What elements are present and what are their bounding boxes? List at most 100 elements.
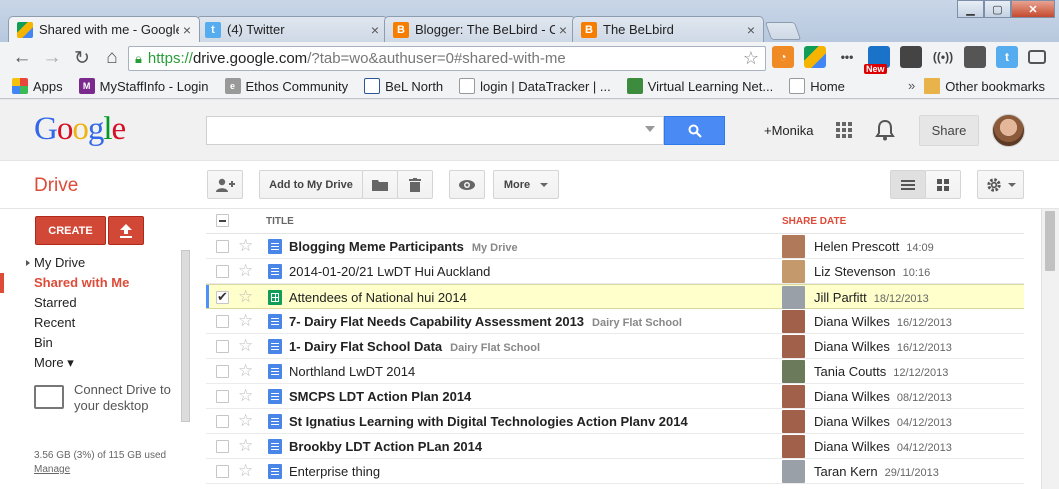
back-button[interactable]: ←	[8, 46, 36, 70]
star-icon[interactable]: ☆	[238, 461, 253, 481]
manage-storage-link[interactable]: Manage	[34, 463, 166, 477]
star-icon[interactable]: ☆	[238, 236, 253, 256]
star-icon[interactable]: ☆	[238, 386, 253, 406]
broadcast-icon[interactable]: ((•))	[932, 46, 954, 68]
file-name[interactable]: Blogging Meme Participants My Drive	[289, 239, 518, 254]
add-people-button[interactable]	[207, 170, 243, 199]
nav-bin[interactable]: Bin	[0, 333, 178, 353]
row-checkbox[interactable]	[216, 465, 229, 478]
bookmark-ethos[interactable]: e Ethos Community	[224, 78, 348, 94]
puzzle-extension-icon[interactable]	[900, 46, 922, 68]
nav-recent[interactable]: Recent	[0, 313, 178, 333]
minimize-button[interactable]: ▁	[957, 0, 984, 18]
file-name[interactable]: Attendees of National hui 2014	[289, 290, 475, 305]
row-checkbox[interactable]	[216, 440, 229, 453]
file-name[interactable]: 7- Dairy Flat Needs Capability Assessmen…	[289, 314, 682, 329]
row-checkbox[interactable]	[216, 340, 229, 353]
star-icon[interactable]: ☆	[238, 361, 253, 381]
address-bar[interactable]: 🔒︎ https:// drive.google.com /?tab=wo&au…	[128, 46, 766, 71]
more-actions-button[interactable]: More	[493, 170, 559, 199]
nav-my-drive[interactable]: My Drive	[0, 253, 178, 273]
tab-belbird[interactable]: B The BeLbird ×	[572, 16, 764, 42]
row-checkbox[interactable]	[216, 289, 229, 305]
tab-blogger-create[interactable]: B Blogger: The BeLbird - Cre ×	[384, 16, 576, 42]
nav-more[interactable]: More ▾	[0, 353, 178, 373]
bookmark-star-icon[interactable]: ☆	[743, 48, 759, 69]
select-all-checkbox[interactable]	[216, 214, 229, 227]
settings-button[interactable]	[977, 170, 1024, 199]
nav-starred[interactable]: Starred	[0, 293, 178, 313]
google-logo[interactable]: Google	[34, 111, 126, 148]
notifications-bell-icon[interactable]	[875, 119, 895, 141]
new-tab-button[interactable]	[764, 22, 802, 40]
tab-twitter[interactable]: t (4) Twitter ×	[196, 16, 388, 42]
move-to-folder-button[interactable]	[362, 170, 398, 199]
file-name[interactable]: 1- Dairy Flat School Data Dairy Flat Scho…	[289, 339, 540, 354]
close-tab-icon[interactable]: ×	[559, 22, 567, 38]
row-checkbox[interactable]	[216, 390, 229, 403]
new-badge-extension-icon[interactable]: New	[864, 46, 890, 74]
search-button[interactable]	[664, 116, 725, 145]
maximize-button[interactable]: ▢	[984, 0, 1011, 18]
reload-button[interactable]: ↻	[68, 46, 96, 70]
star-icon[interactable]: ☆	[238, 436, 253, 456]
bookmark-mystaffinfo[interactable]: M MyStaffInfo - Login	[78, 78, 209, 94]
upload-button[interactable]	[108, 216, 144, 245]
file-name[interactable]: 2014-01-20/21 LwDT Hui Auckland	[289, 264, 498, 279]
bookmark-bel-north[interactable]: BeL North	[364, 78, 443, 94]
more-dots-icon[interactable]: •••	[836, 46, 858, 68]
bookmark-datatracker[interactable]: login | DataTracker | ...	[459, 78, 611, 94]
row-checkbox[interactable]	[216, 265, 229, 278]
row-checkbox[interactable]	[216, 240, 229, 253]
star-icon[interactable]: ☆	[238, 287, 253, 307]
list-view-button[interactable]	[890, 170, 926, 199]
file-row[interactable]: ☆ St Ignatius Learning with Digital Techn…	[206, 409, 1024, 434]
row-checkbox[interactable]	[216, 415, 229, 428]
apps-launcher-icon[interactable]	[836, 122, 852, 138]
search-options-dropdown-icon[interactable]	[645, 126, 655, 132]
twitter-extension-icon[interactable]: t	[996, 46, 1018, 68]
file-name[interactable]: Northland LwDT 2014	[289, 364, 423, 379]
file-row[interactable]: ☆ 7- Dairy Flat Needs Capability Assessme…	[206, 309, 1024, 334]
file-row[interactable]: ☆ 2014-01-20/21 LwDT Hui Auckland Liz Stev…	[206, 259, 1024, 284]
star-icon[interactable]: ☆	[238, 336, 253, 356]
scrollbar-thumb[interactable]	[1045, 211, 1055, 271]
close-tab-icon[interactable]: ×	[371, 22, 379, 38]
preview-button[interactable]	[449, 170, 485, 199]
add-to-my-drive-button[interactable]: Add to My Drive	[259, 170, 363, 199]
drive-title[interactable]: Drive	[34, 175, 78, 197]
column-title[interactable]: TITLE	[266, 216, 294, 227]
file-name[interactable]: Enterprise thing	[289, 464, 388, 479]
nav-scrollbar[interactable]	[181, 250, 190, 422]
star-icon[interactable]: ☆	[238, 261, 253, 281]
star-icon[interactable]: ☆	[238, 311, 253, 331]
close-tab-icon[interactable]: ×	[183, 22, 191, 38]
file-row[interactable]: ☆ Enterprise thing Taran Kern 29/11/2013	[206, 459, 1024, 484]
rss-icon[interactable]: ◔	[772, 46, 794, 68]
other-bookmarks[interactable]: Other bookmarks	[924, 78, 1045, 94]
file-row[interactable]: ☆ 1- Dairy Flat School Data Dairy Flat Sch…	[206, 334, 1024, 359]
nav-shared-with-me[interactable]: Shared with Me	[0, 273, 178, 293]
file-name[interactable]: Brookby LDT Action PLan 2014	[289, 439, 490, 454]
expand-arrow-icon[interactable]	[26, 260, 30, 266]
star-icon[interactable]: ☆	[238, 411, 253, 431]
create-button[interactable]: CREATE	[35, 216, 106, 245]
google-plus-name-link[interactable]: +Monika	[764, 123, 814, 138]
account-avatar[interactable]	[992, 114, 1025, 147]
cast-icon[interactable]	[1028, 50, 1046, 64]
bookmarks-overflow-chevron[interactable]: »	[908, 78, 915, 93]
google-drive-icon[interactable]	[804, 46, 826, 68]
close-tab-icon[interactable]: ×	[747, 22, 755, 38]
connect-drive-link[interactable]: Connect Drive to your desktop	[34, 382, 171, 414]
share-button[interactable]: Share	[919, 115, 979, 146]
search-input[interactable]	[206, 116, 664, 145]
file-name[interactable]: SMCPS LDT Action Plan 2014	[289, 389, 479, 404]
remove-button[interactable]	[397, 170, 433, 199]
file-row[interactable]: ☆ Blogging Meme Participants My Drive Helen…	[206, 234, 1024, 259]
file-row[interactable]: ☆ Attendees of National hui 2014 Jill Parf…	[206, 284, 1024, 309]
bookmark-home[interactable]: Home	[789, 78, 845, 94]
file-row[interactable]: ☆ Northland LwDT 2014 Tania Coutts 12/12/20…	[206, 359, 1024, 384]
file-name[interactable]: St Ignatius Learning with Digital Techno…	[289, 414, 696, 429]
tab-shared-with-me[interactable]: Shared with me - Google D ×	[8, 16, 200, 42]
home-button[interactable]: ⌂	[98, 46, 126, 70]
